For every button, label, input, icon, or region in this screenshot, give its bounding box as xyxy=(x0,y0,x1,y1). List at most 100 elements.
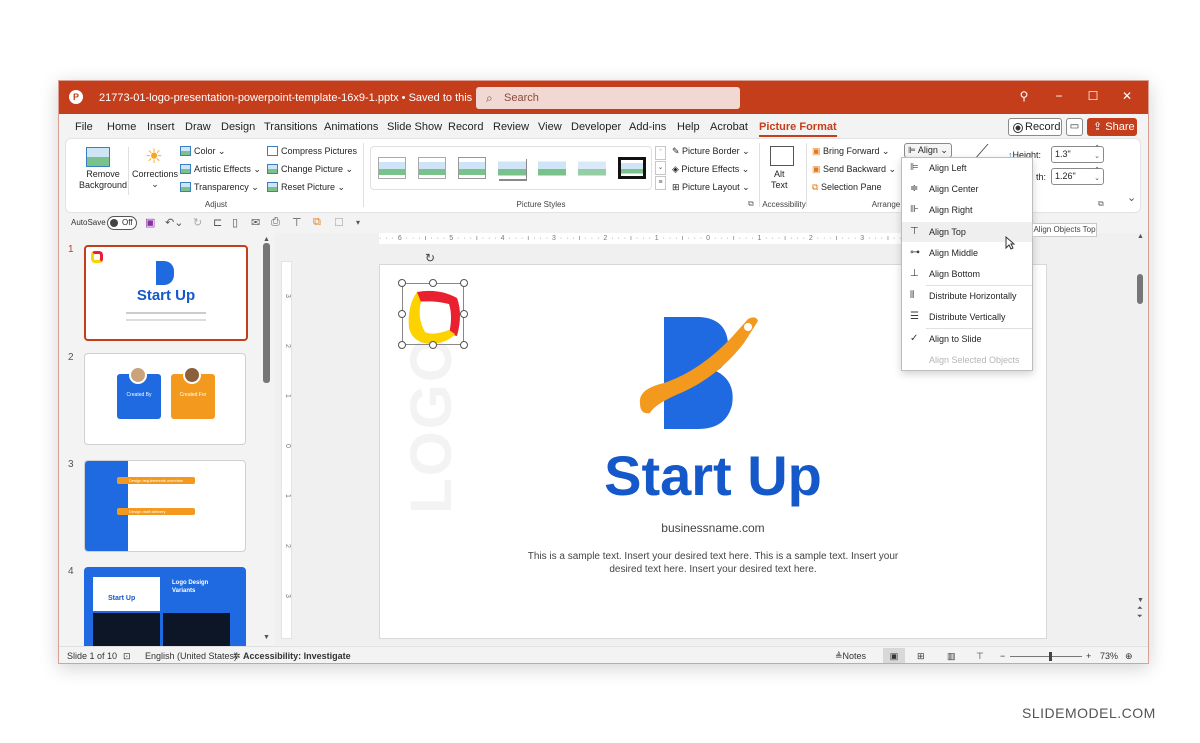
save-icon[interactable]: ▣ xyxy=(145,216,155,229)
remove-background-button[interactable]: Remove Background xyxy=(79,169,127,191)
picture-style-3[interactable] xyxy=(458,157,486,179)
tab-review[interactable]: Review xyxy=(493,121,529,133)
menu-item-align-left[interactable]: ⊫ Align Left xyxy=(902,158,1032,178)
editor-scrollbar[interactable] xyxy=(1137,274,1143,304)
tab-developer[interactable]: Developer xyxy=(571,121,621,133)
picture-border-button[interactable]: ✎ Picture Border ⌄ xyxy=(672,146,750,157)
record-button[interactable]: Record xyxy=(1008,118,1062,136)
picture-style-2[interactable] xyxy=(418,157,446,179)
tab-help[interactable]: Help xyxy=(677,121,700,133)
menu-item-align-bottom[interactable]: ⊥ Align Bottom xyxy=(902,264,1032,284)
menu-item-align-right[interactable]: ⊪ Align Right xyxy=(902,200,1032,220)
collapse-ribbon-icon[interactable]: ⌄ xyxy=(1127,191,1136,204)
fit-to-window-icon[interactable]: ⊕ xyxy=(1125,651,1133,662)
gallery-more[interactable]: ≡ xyxy=(655,176,666,190)
editor-scroll-up[interactable]: ▲ xyxy=(1137,233,1144,240)
tab-draw[interactable]: Draw xyxy=(185,121,211,133)
reset-picture-button[interactable]: Reset Picture ⌄ xyxy=(267,182,345,193)
comments-button[interactable]: ▭ xyxy=(1066,118,1083,136)
new-file-icon[interactable]: ▯ xyxy=(232,216,238,229)
normal-view-button[interactable]: ▣ xyxy=(883,648,905,663)
share-button[interactable]: ⇪ Share ⌄ xyxy=(1087,118,1137,151)
menu-item-distribute-horizontally[interactable]: ⫴ Distribute Horizontally xyxy=(902,286,1032,306)
picture-style-7[interactable] xyxy=(618,157,646,179)
slide-thumbnail-1[interactable]: Start Up xyxy=(84,245,248,341)
search-box[interactable]: ⌕ Search xyxy=(476,87,740,109)
gallery-scroll-up[interactable]: ⌃ xyxy=(655,146,666,160)
transparency-button[interactable]: Transparency ⌄ xyxy=(180,182,259,193)
bring-forward-button[interactable]: ▣ Bring Forward ⌄ xyxy=(812,146,890,157)
close-button[interactable]: ✕ xyxy=(1117,89,1137,103)
alt-text-button[interactable]: Alt Text xyxy=(771,169,788,191)
resize-handle[interactable] xyxy=(460,310,468,318)
resize-handle[interactable] xyxy=(429,279,437,287)
slide-title[interactable]: Start Up xyxy=(380,443,1046,508)
tab-home[interactable]: Home xyxy=(107,121,136,133)
menu-item-align-center[interactable]: ≑ Align Center xyxy=(902,179,1032,199)
maximize-button[interactable]: ☐ xyxy=(1083,89,1103,103)
picture-style-6[interactable] xyxy=(578,157,606,179)
color-button[interactable]: Color ⌄ xyxy=(180,146,226,157)
resize-handle[interactable] xyxy=(398,341,406,349)
touch-mode-icon[interactable]: ☐ xyxy=(334,216,344,229)
tab-record[interactable]: Record xyxy=(448,121,483,133)
selection-pane-button[interactable]: ⧉ Selection Pane xyxy=(812,182,881,193)
document-title[interactable]: 21773-01-logo-presentation-powerpoint-te… xyxy=(99,91,503,104)
dialog-launcher-icon[interactable]: ⧉ xyxy=(748,199,754,209)
scroll-up-arrow[interactable]: ▲ xyxy=(263,236,270,243)
menu-item-distribute-vertically[interactable]: ☰ Distribute Vertically xyxy=(902,307,1032,327)
resize-handle[interactable] xyxy=(460,341,468,349)
slide-thumbnail-3[interactable]: Design requirements overview Design draf… xyxy=(84,460,246,552)
editor-scroll-down[interactable]: ▼ ⏶ ⏷ xyxy=(1137,597,1144,621)
tab-picture-format[interactable]: Picture Format xyxy=(759,121,837,137)
tab-add-ins[interactable]: Add-ins xyxy=(629,121,666,133)
align-button[interactable]: ⊫ Align ⌄ xyxy=(904,143,952,158)
minimize-button[interactable]: − xyxy=(1049,89,1069,103)
panel-scrollbar[interactable] xyxy=(263,243,270,383)
present-icon[interactable]: ⊤ xyxy=(292,216,302,229)
zoom-slider[interactable] xyxy=(1010,652,1082,661)
zoom-slider-thumb[interactable] xyxy=(1048,652,1052,661)
language-indicator[interactable]: English (United States) xyxy=(145,651,237,661)
reading-view-button[interactable]: ▥ xyxy=(947,651,956,662)
send-backward-button[interactable]: ▣ Send Backward ⌄ xyxy=(812,164,896,175)
slide-sorter-button[interactable]: ⊞ xyxy=(917,651,925,662)
zoom-in-button[interactable]: + xyxy=(1086,651,1091,661)
notes-button[interactable]: ≜Notes xyxy=(835,651,866,662)
resize-handle[interactable] xyxy=(398,310,406,318)
resize-handle[interactable] xyxy=(460,279,468,287)
zoom-out-button[interactable]: − xyxy=(1000,651,1005,661)
lightbulb-icon[interactable]: ⚲ xyxy=(1014,89,1034,103)
tab-slide-show[interactable]: Slide Show xyxy=(387,121,442,133)
tab-animations[interactable]: Animations xyxy=(324,121,378,133)
change-picture-button[interactable]: Change Picture ⌄ xyxy=(267,164,353,175)
tab-insert[interactable]: Insert xyxy=(147,121,175,133)
rotate-handle-icon[interactable]: ↻ xyxy=(425,251,435,265)
slide-thumbnail-2[interactable]: Created By Created For xyxy=(84,353,246,445)
redo-icon[interactable]: ↻ xyxy=(193,216,202,229)
picture-style-4[interactable] xyxy=(498,157,526,179)
tab-file[interactable]: File xyxy=(75,121,93,133)
shapes-icon[interactable]: ⧉ xyxy=(313,216,321,229)
picture-effects-button[interactable]: ◈ Picture Effects ⌄ xyxy=(672,164,749,175)
tab-transitions[interactable]: Transitions xyxy=(264,121,317,133)
size-dialog-launcher-icon[interactable]: ⧉ xyxy=(1098,199,1104,209)
open-icon[interactable]: ⊏ xyxy=(213,216,222,229)
email-icon[interactable]: ✉ xyxy=(251,216,260,229)
tab-design[interactable]: Design xyxy=(221,121,255,133)
height-input[interactable]: 1.3" xyxy=(1051,145,1104,163)
tab-acrobat[interactable]: Acrobat xyxy=(710,121,748,133)
gallery-scroll-down[interactable]: ⌄ xyxy=(655,161,666,175)
spellcheck-icon[interactable]: ⊡ xyxy=(123,651,131,662)
width-input[interactable]: 1.26" xyxy=(1051,167,1104,185)
artistic-effects-button[interactable]: Artistic Effects ⌄ xyxy=(180,164,261,175)
slide-body-text[interactable]: This is a sample text. Insert your desir… xyxy=(380,550,1046,576)
corrections-button[interactable]: Corrections ⌄ xyxy=(132,169,178,190)
scroll-down-arrow[interactable]: ▼ xyxy=(263,634,270,641)
picture-style-1[interactable] xyxy=(378,157,406,179)
menu-item-align-to-slide[interactable]: ✓ Align to Slide xyxy=(902,329,1032,349)
autosave-toggle[interactable]: Off xyxy=(107,216,137,230)
slideshow-button[interactable]: ⊤ xyxy=(976,651,984,662)
accessibility-button[interactable]: ✲ Accessibility: Investigate xyxy=(233,651,351,662)
slide-website[interactable]: businessname.com xyxy=(380,521,1046,535)
